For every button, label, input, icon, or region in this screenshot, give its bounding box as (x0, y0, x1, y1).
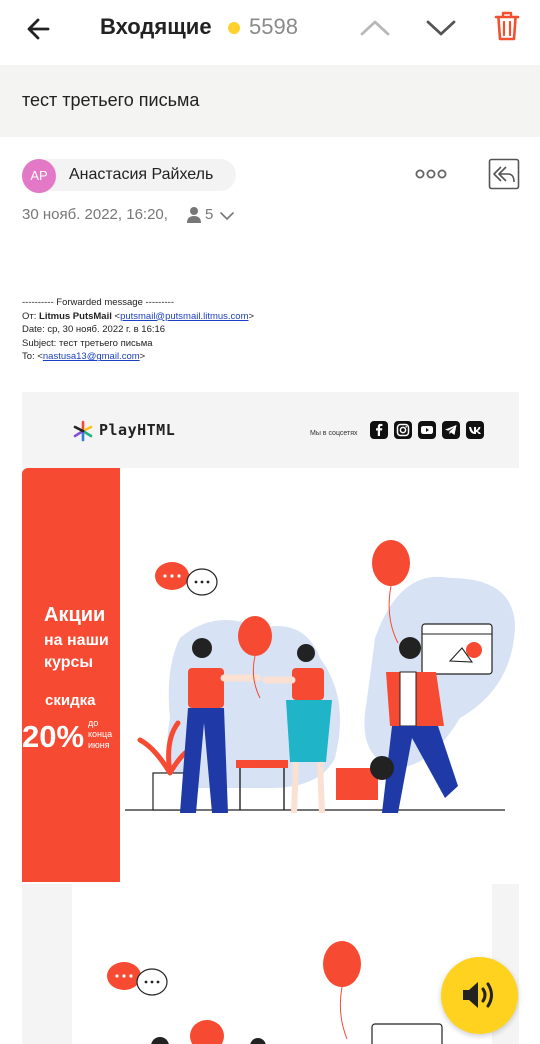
chevron-up-icon[interactable] (358, 14, 392, 42)
back-arrow-icon[interactable] (22, 12, 56, 46)
to-email-link[interactable]: nastusa13@gmail.com (43, 351, 140, 362)
person-icon (186, 206, 202, 224)
trash-icon[interactable] (493, 9, 521, 43)
unread-count: 5598 (249, 14, 298, 39)
social-label: Мы в соцсетях (310, 430, 358, 437)
avatar[interactable]: АР (22, 159, 56, 193)
telegram-icon[interactable] (442, 421, 460, 439)
promo-title: Акции (44, 604, 106, 626)
forward-to-line: To: <nastusa13@gmail.com> (22, 351, 146, 363)
forward-date-line: Date: ср, 30 нояб. 2022 г. в 16:16 (22, 324, 166, 336)
promo-percent: 20% (22, 719, 85, 754)
forward-subject-line: Subject: тест третьего письма (22, 337, 153, 349)
forwarded-header: ---------- Forwarded message --------- О… (22, 296, 422, 364)
playhtml-logo-icon (72, 420, 94, 442)
brand-name: PlayHTML (99, 421, 176, 439)
promo-until-line-2: конца (88, 729, 113, 739)
promo-until: до конца июня (88, 718, 120, 751)
sender-name[interactable]: Анастасия Райхель (69, 166, 213, 184)
message-subject: тест третьего письма (22, 90, 200, 110)
promo-subtitle-1: на наши (44, 632, 109, 649)
read-aloud-button[interactable] (441, 957, 518, 1034)
more-options-icon[interactable] (412, 164, 450, 184)
facebook-icon[interactable] (370, 421, 388, 439)
recipients-count: 5 (205, 206, 214, 223)
from-email-link[interactable]: putsmail@putsmail.litmus.com (120, 311, 248, 322)
chevron-down-icon (220, 209, 234, 221)
forward-from-line: От: Litmus PutsMail <putsmail@putsmail.l… (22, 310, 255, 322)
vk-icon[interactable] (466, 421, 484, 439)
subject-band: тест третьего письма (0, 65, 540, 137)
promo-until-line-3: июня (88, 740, 110, 750)
promo-until-line-1: до (88, 718, 99, 728)
message-date: 30 нояб. 2022, 16:20, (22, 206, 168, 223)
unread-dot (228, 22, 240, 34)
promo-illustration (120, 468, 519, 882)
instagram-icon[interactable] (394, 421, 412, 439)
from-name: Litmus PutsMail (39, 310, 112, 322)
promo-discount-label: скидка (45, 692, 96, 709)
promo-subtitle-2: курсы (44, 654, 94, 671)
folder-title: Входящие (100, 14, 212, 39)
speaker-icon (463, 982, 493, 1008)
reply-all-icon[interactable] (488, 158, 520, 190)
forward-separator: ---------- Forwarded message --------- (22, 297, 174, 308)
top-bar: Входящие 5598 (0, 0, 540, 60)
promo-red-panel (22, 468, 120, 882)
promo-illustration-repeat (72, 884, 492, 1044)
to-label: To: (22, 351, 35, 363)
youtube-icon[interactable] (418, 421, 436, 439)
chevron-down-icon[interactable] (424, 14, 458, 42)
from-label: От: (22, 310, 37, 322)
